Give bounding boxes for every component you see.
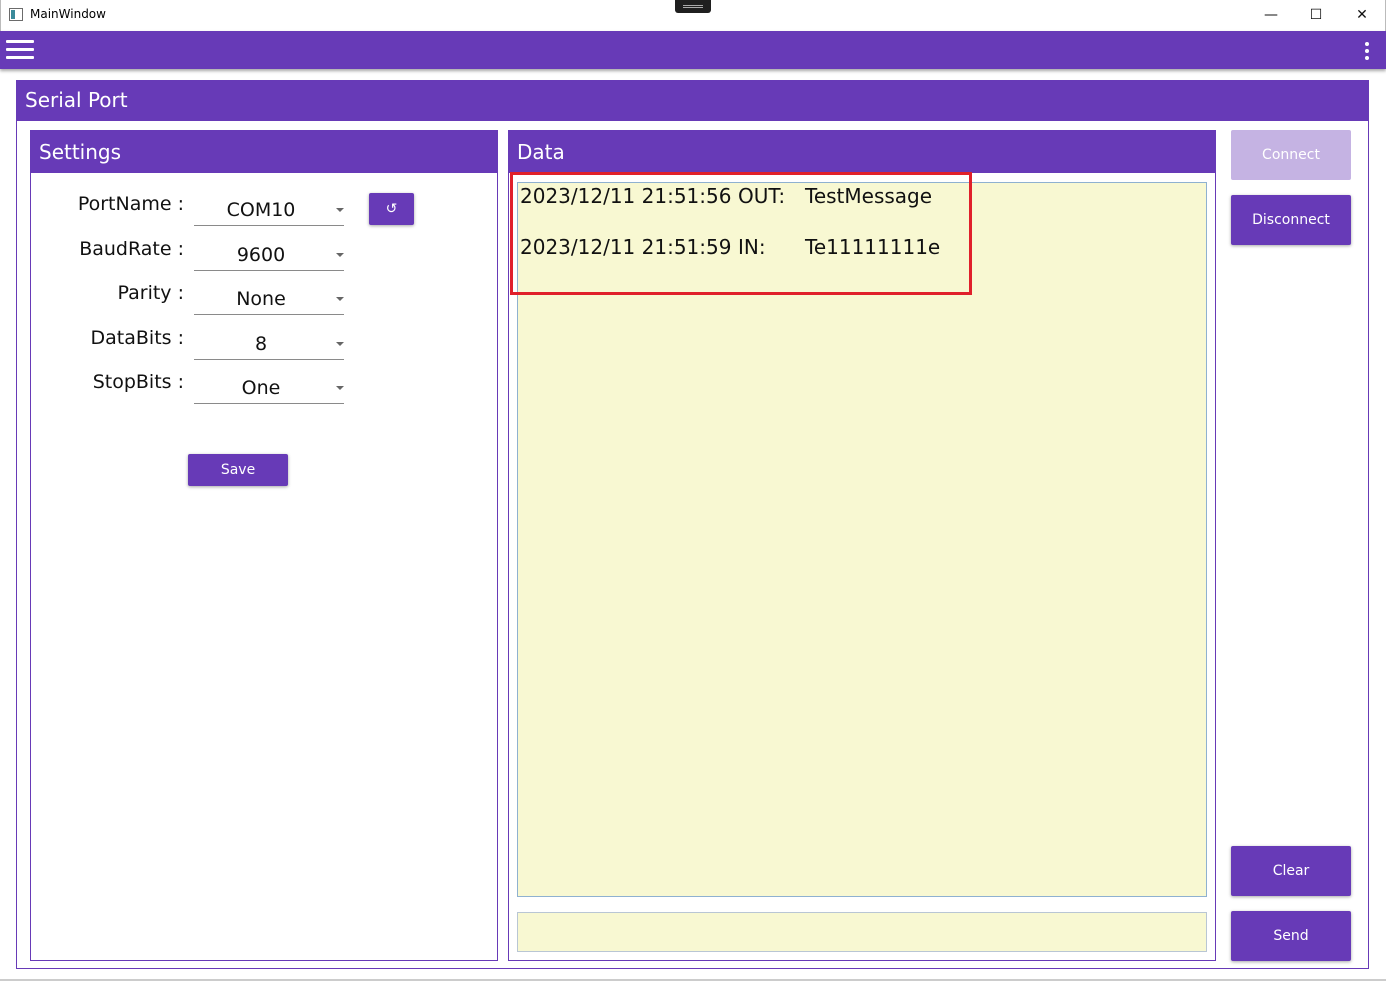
databits-combobox[interactable]: 8	[194, 327, 344, 360]
maximize-button[interactable]: ☐	[1293, 0, 1339, 31]
databits-value: 8	[254, 333, 268, 355]
chevron-down-icon	[336, 208, 344, 212]
chevron-down-icon	[336, 386, 344, 390]
chevron-down-icon	[336, 253, 344, 257]
hamburger-menu-icon[interactable]	[6, 40, 34, 60]
portname-value: COM10	[226, 199, 296, 221]
portname-label: PortName :	[77, 193, 184, 215]
parity-label: Parity :	[117, 282, 184, 304]
app-bar	[0, 31, 1386, 69]
stopbits-value: One	[241, 377, 281, 399]
app-window-icon	[9, 8, 23, 21]
close-button[interactable]: ✕	[1339, 0, 1385, 31]
more-vert-icon[interactable]	[1360, 40, 1374, 62]
window-title: MainWindow	[30, 7, 106, 21]
settings-header: Settings	[31, 131, 497, 173]
baudrate-combobox[interactable]: 9600	[194, 238, 344, 271]
disconnect-button[interactable]: Disconnect	[1231, 195, 1351, 245]
annotation-highlight-box	[510, 172, 972, 295]
baudrate-value: 9600	[236, 244, 286, 266]
portname-combobox[interactable]: COM10	[194, 193, 344, 226]
data-header: Data	[509, 131, 1215, 173]
send-button[interactable]: Send	[1231, 911, 1351, 961]
snap-layout-handle[interactable]	[675, 0, 711, 13]
connect-button[interactable]: Connect	[1231, 130, 1351, 180]
serial-port-header: Serial Port	[17, 81, 1368, 121]
parity-combobox[interactable]: None	[194, 282, 344, 315]
save-button[interactable]: Save	[188, 454, 288, 486]
refresh-icon: ↺	[385, 201, 398, 217]
baudrate-label: BaudRate :	[79, 238, 184, 260]
databits-label: DataBits :	[90, 327, 184, 349]
stopbits-combobox[interactable]: One	[194, 371, 344, 404]
refresh-ports-button[interactable]: ↺	[369, 193, 414, 225]
stopbits-label: StopBits :	[92, 371, 184, 393]
chevron-down-icon	[336, 297, 344, 301]
chevron-down-icon	[336, 342, 344, 346]
minimize-button[interactable]: —	[1248, 0, 1294, 31]
clear-button[interactable]: Clear	[1231, 846, 1351, 896]
parity-value: None	[236, 288, 286, 310]
send-message-input[interactable]	[517, 912, 1207, 952]
